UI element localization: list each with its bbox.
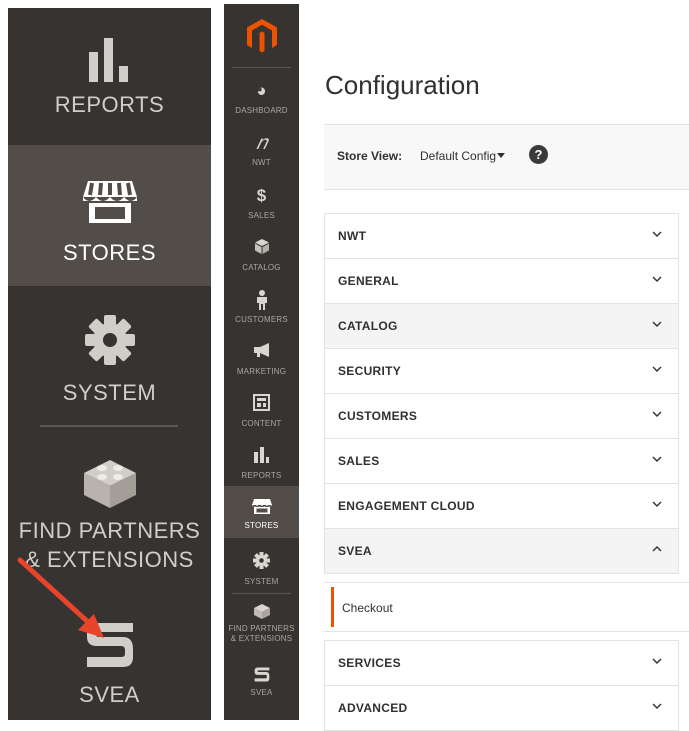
nav-item-system[interactable]: SYSTEM <box>224 546 299 598</box>
section-title: SERVICES <box>338 656 401 670</box>
nwt-icon: 𝑛 <box>256 132 267 154</box>
chevron-down-icon <box>652 366 662 372</box>
chevron-down-icon <box>652 658 662 664</box>
store-icon <box>82 181 137 223</box>
chevron-up-icon <box>652 546 662 552</box>
dashboard-icon: ◕ <box>256 81 267 100</box>
section-title: ENGAGEMENT CLOUD <box>338 499 475 513</box>
zoomed-item-label: SYSTEM <box>62 380 157 405</box>
nav-item-marketing[interactable]: MARKETING <box>224 336 299 388</box>
nav-item-label: FIND PARTNERS <box>228 624 295 633</box>
chevron-down-icon <box>652 231 662 237</box>
nav-item-catalog[interactable]: CATALOG <box>224 232 299 284</box>
section-title: SECURITY <box>338 364 402 378</box>
person-icon <box>224 290 299 315</box>
section-title: CATALOG <box>338 319 398 333</box>
zoomed-item-reports[interactable]: REPORTS <box>8 8 211 145</box>
nav-item-label: SYSTEM <box>244 577 279 586</box>
layout-icon <box>224 394 299 416</box>
chevron-down-icon <box>652 411 662 417</box>
chevron-down-icon <box>652 456 662 462</box>
box-icon <box>224 238 299 260</box>
section-title: GENERAL <box>338 274 399 288</box>
nav-item-label: SVEA <box>250 688 273 697</box>
section-advanced[interactable]: ADVANCED <box>324 686 679 731</box>
zoomed-item-stores[interactable]: STORES <box>8 145 211 286</box>
zoomed-item-label: STORES <box>62 240 157 265</box>
chevron-down-icon <box>652 501 662 507</box>
nav-item-customers[interactable]: CUSTOMERS <box>224 284 299 336</box>
gear-icon <box>224 552 299 574</box>
zoomed-item-system[interactable]: SYSTEM <box>8 286 211 416</box>
section-services[interactable]: SERVICES <box>324 640 679 686</box>
lego-brick-icon <box>83 460 136 508</box>
section-title: SVEA <box>338 544 372 558</box>
nav-item-content[interactable]: CONTENT <box>224 388 299 440</box>
section-title: NWT <box>338 229 367 243</box>
store-view-label: Store View: <box>337 149 403 163</box>
section-title: ADVANCED <box>338 701 408 715</box>
megaphone-icon <box>224 342 299 363</box>
nav-item-label: REPORTS <box>241 471 282 480</box>
dollar-icon: $ <box>256 186 267 205</box>
nav-item-label: CATALOG <box>242 263 281 272</box>
pointer-arrow-icon <box>17 557 104 638</box>
zoomed-item-label: REPORTS <box>54 92 165 117</box>
nav-item-label: CONTENT <box>241 419 282 428</box>
bar-chart-icon <box>88 38 128 82</box>
magento-logo[interactable] <box>246 18 278 54</box>
zoomed-item-label: SVEA <box>79 682 140 707</box>
nav-item-label: & EXTENSIONS <box>230 634 293 643</box>
nav-item-svea[interactable]: SVEA <box>224 660 299 712</box>
section-svea[interactable]: SVEA <box>324 529 679 574</box>
store-view-bar: Store View: Default Config ? <box>324 124 689 190</box>
zoomed-divider <box>40 425 178 427</box>
subsection-checkout[interactable]: Checkout <box>324 582 689 632</box>
nav-item-stores[interactable]: STORES <box>224 486 299 538</box>
section-catalog[interactable]: CATALOG <box>324 304 679 349</box>
nav-divider <box>232 67 291 68</box>
nav-item-label: MARKETING <box>236 367 287 376</box>
section-security[interactable]: SECURITY <box>324 349 679 394</box>
section-sales[interactable]: SALES <box>324 439 679 484</box>
store-icon <box>224 498 299 519</box>
svea-logo-icon <box>224 666 299 688</box>
section-nwt[interactable]: NWT <box>324 213 679 259</box>
nav-item-label: SALES <box>248 211 275 220</box>
config-sections: NWT GENERAL CATALOG SECURITY CUSTOMERS S… <box>324 213 689 731</box>
section-customers[interactable]: CUSTOMERS <box>324 394 679 439</box>
nav-item-label: CUSTOMERS <box>235 315 288 324</box>
page-title: Configuration <box>325 70 480 100</box>
nav-divider <box>232 593 291 594</box>
subsection-title: Checkout <box>342 601 393 615</box>
nav-item-reports[interactable]: REPORTS <box>224 440 299 492</box>
nav-item-label: STORES <box>244 521 279 530</box>
store-view-dropdown[interactable]: Default Config <box>420 149 496 163</box>
nav-item-sales[interactable]: $ SALES <box>224 180 299 232</box>
admin-sidebar: ◕ DASHBOARD 𝑛 NWT $ SALES CATALOG CUSTOM… <box>224 4 299 720</box>
section-engagement-cloud[interactable]: ENGAGEMENT CLOUD <box>324 484 679 529</box>
section-general[interactable]: GENERAL <box>324 259 679 304</box>
nav-item-dashboard[interactable]: ◕ DASHBOARD <box>224 75 299 127</box>
gear-icon <box>84 315 135 365</box>
nav-item-label: DASHBOARD <box>235 106 288 115</box>
active-indicator <box>331 587 334 627</box>
chevron-down-icon <box>652 703 662 709</box>
nav-item-nwt[interactable]: 𝑛 NWT <box>224 127 299 179</box>
lego-brick-icon <box>224 603 299 625</box>
nav-item-find-partners[interactable]: FIND PARTNERS & EXTENSIONS <box>224 597 299 653</box>
chevron-down-icon <box>652 321 662 327</box>
zoomed-sidebar: REPORTS STORES SYSTEM FIND PARTNERS & EX… <box>8 8 211 720</box>
bar-chart-icon <box>224 446 299 468</box>
section-title: CUSTOMERS <box>338 409 418 423</box>
nav-item-label: NWT <box>252 158 271 167</box>
chevron-down-icon <box>652 276 662 282</box>
chevron-down-icon[interactable] <box>497 153 505 158</box>
section-title: SALES <box>338 454 380 468</box>
help-icon[interactable]: ? <box>529 145 548 164</box>
zoomed-item-label: FIND PARTNERS <box>18 518 201 543</box>
